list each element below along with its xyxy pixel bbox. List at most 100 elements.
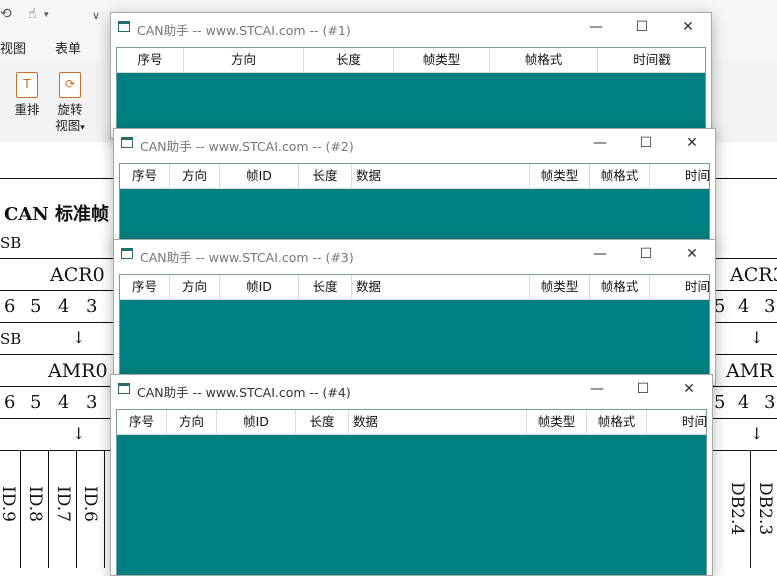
col-header-length[interactable]: 长度 — [299, 275, 352, 299]
col-header-frame-id[interactable]: 帧ID — [217, 410, 296, 434]
message-list[interactable]: 序号 方向 帧ID 长度 数据 帧类型 帧格式 时间 — [119, 274, 710, 385]
arrow-down: ↓ — [72, 424, 86, 443]
col-header-index[interactable]: 序号 — [120, 164, 170, 188]
bit-5: 5 — [30, 296, 42, 317]
lsb-label-2: SB — [0, 330, 22, 348]
col-header-direction[interactable]: 方向 — [167, 410, 217, 434]
chevron-down-icon[interactable]: ∨ — [92, 9, 100, 22]
title-bar[interactable]: CAN助手 -- www.STCAI.com -- (#2) — ☐ ✕ — [114, 129, 715, 159]
amr-right-label: AMR — [726, 360, 774, 382]
minimize-button[interactable]: — — [573, 13, 619, 43]
window-title: CAN助手 -- www.STCAI.com -- (#2) — [140, 139, 354, 154]
menu-form[interactable]: 表单 — [55, 38, 81, 57]
col-header-length[interactable]: 长度 — [296, 410, 349, 434]
minimize-button[interactable]: — — [577, 129, 623, 159]
close-button[interactable]: ✕ — [669, 129, 715, 159]
bit-5: 5 — [30, 392, 42, 413]
bit-right-3: 3 — [764, 392, 776, 413]
col-header-frame-type[interactable]: 帧类型 — [530, 164, 590, 188]
list-header: 序号 方向 帧ID 长度 数据 帧类型 帧格式 时间 — [117, 410, 707, 435]
col-header-direction[interactable]: 方向 — [170, 275, 220, 299]
close-button[interactable]: ✕ — [666, 375, 712, 405]
acr0-label: ACR0 — [50, 264, 105, 286]
db23-label: DB2.3 — [755, 482, 775, 536]
col-header-index[interactable]: 序号 — [117, 48, 184, 72]
reflow-label: 重排 — [14, 102, 40, 117]
menu-view[interactable]: 视图 — [0, 38, 26, 57]
col-header-frame-format[interactable]: 帧格式 — [590, 275, 650, 299]
undo-icon[interactable]: ⟲ — [0, 6, 12, 22]
col-header-frame-format[interactable]: 帧格式 — [590, 164, 650, 188]
col-header-frame-id[interactable]: 帧ID — [220, 164, 299, 188]
app-icon — [118, 383, 130, 394]
minimize-button[interactable]: — — [577, 240, 623, 270]
list-header: 序号 方向 帧ID 长度 数据 帧类型 帧格式 时间 — [120, 164, 710, 189]
bit-6: 6 — [4, 392, 16, 413]
id7-label: ID.7 — [53, 486, 73, 522]
col-header-data[interactable]: 数据 — [352, 275, 530, 299]
id9-label: ID.9 — [0, 486, 18, 522]
window-title: CAN助手 -- www.STCAI.com -- (#4) — [137, 385, 351, 400]
maximize-button[interactable]: ☐ — [619, 13, 665, 43]
title-bar[interactable]: CAN助手 -- www.STCAI.com -- (#4) — ☐ ✕ — [111, 375, 712, 405]
window-title: CAN助手 -- www.STCAI.com -- (#1) — [137, 23, 351, 38]
close-button[interactable]: ✕ — [669, 240, 715, 270]
bit-4: 4 — [58, 392, 70, 413]
arrow-down: ↓ — [72, 328, 86, 347]
amr0-label: AMR0 — [48, 360, 108, 382]
close-button[interactable]: ✕ — [665, 13, 711, 43]
col-header-frame-format[interactable]: 帧格式 — [587, 410, 647, 434]
can-window-1[interactable]: CAN助手 -- www.STCAI.com -- (#1) — ☐ ✕ 序号 … — [110, 12, 712, 139]
col-header-time[interactable]: 时间 — [650, 275, 710, 299]
bit-right-5: 5 — [714, 392, 726, 413]
chevron-down-icon[interactable]: ▾ — [44, 10, 49, 20]
maximize-button[interactable]: ☐ — [620, 375, 666, 405]
title-bar[interactable]: CAN助手 -- www.STCAI.com -- (#3) — ☐ ✕ — [114, 240, 715, 270]
reflow-icon: T — [16, 72, 38, 98]
bit-right-4: 4 — [738, 392, 750, 413]
col-header-index[interactable]: 序号 — [120, 275, 170, 299]
maximize-button[interactable]: ☐ — [623, 240, 669, 270]
col-header-frame-type[interactable]: 帧类型 — [394, 48, 490, 72]
acr3-label: ACR3 — [730, 264, 777, 286]
col-header-index[interactable]: 序号 — [117, 410, 167, 434]
col-header-direction[interactable]: 方向 — [170, 164, 220, 188]
bit-3: 3 — [86, 296, 98, 317]
col-header-data[interactable]: 数据 — [352, 164, 530, 188]
col-header-length[interactable]: 长度 — [299, 164, 352, 188]
maximize-button[interactable]: ☐ — [623, 129, 669, 159]
bit-3: 3 — [86, 392, 98, 413]
rotate-view-button[interactable]: ⟳ 旋转 视图▾ — [48, 72, 92, 136]
window-title: CAN助手 -- www.STCAI.com -- (#3) — [140, 250, 354, 265]
title-bar[interactable]: CAN助手 -- www.STCAI.com -- (#1) — ☐ ✕ — [111, 13, 711, 43]
message-list[interactable]: 序号 方向 帧ID 长度 数据 帧类型 帧格式 时间 — [119, 163, 710, 249]
can-window-2[interactable]: CAN助手 -- www.STCAI.com -- (#2) — ☐ ✕ 序号 … — [113, 128, 716, 250]
bit-4: 4 — [58, 296, 70, 317]
id8-label: ID.8 — [25, 486, 45, 522]
col-header-frame-format[interactable]: 帧格式 — [490, 48, 598, 72]
id6-label: ID.6 — [80, 486, 100, 522]
col-header-data[interactable]: 数据 — [349, 410, 527, 434]
hand-tool-icon[interactable]: ☝ — [28, 6, 37, 22]
col-header-frame-id[interactable]: 帧ID — [220, 275, 299, 299]
chevron-down-icon: ▾ — [80, 123, 85, 133]
list-header: 序号 方向 长度 帧类型 帧格式 时间戳 — [117, 48, 705, 73]
can-window-3[interactable]: CAN助手 -- www.STCAI.com -- (#3) — ☐ ✕ 序号 … — [113, 239, 716, 386]
col-header-time[interactable]: 时间 — [647, 410, 707, 434]
arrow-down: ↓ — [750, 424, 764, 443]
can-window-4[interactable]: CAN助手 -- www.STCAI.com -- (#4) — ☐ ✕ 序号 … — [110, 374, 713, 576]
col-header-direction[interactable]: 方向 — [184, 48, 304, 72]
bit-right-3: 3 — [764, 296, 776, 317]
col-header-time[interactable]: 时间 — [650, 164, 710, 188]
minimize-button[interactable]: — — [574, 375, 620, 405]
arrow-down: ↓ — [750, 328, 764, 347]
message-list[interactable]: 序号 方向 帧ID 长度 数据 帧类型 帧格式 时间 — [116, 409, 707, 575]
col-header-length[interactable]: 长度 — [304, 48, 394, 72]
col-header-frame-type[interactable]: 帧类型 — [527, 410, 587, 434]
doc-section-title: CAN 标准帧 — [4, 204, 110, 225]
message-list[interactable]: 序号 方向 长度 帧类型 帧格式 时间戳 — [116, 47, 706, 138]
col-header-frame-type[interactable]: 帧类型 — [530, 275, 590, 299]
col-header-timestamp[interactable]: 时间戳 — [598, 48, 706, 72]
list-header: 序号 方向 帧ID 长度 数据 帧类型 帧格式 时间 — [120, 275, 710, 300]
reflow-button[interactable]: T 重排 — [5, 72, 49, 118]
